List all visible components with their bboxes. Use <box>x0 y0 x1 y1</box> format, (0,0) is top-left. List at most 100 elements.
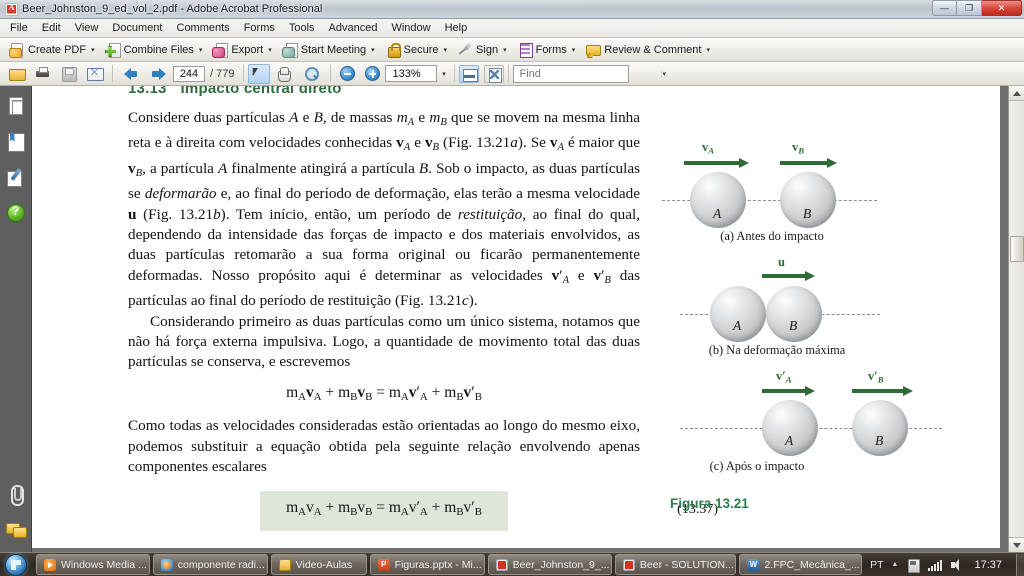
menu-window[interactable]: Window <box>384 20 437 37</box>
zoom-level-value[interactable]: 133% <box>385 65 438 82</box>
secure-button[interactable]: Secure ▾ <box>380 40 452 60</box>
toolbar-divider <box>508 65 510 82</box>
forms-label: Forms <box>535 43 567 56</box>
minimize-button[interactable]: — <box>932 0 957 16</box>
start-meeting-icon <box>281 42 298 58</box>
signatures-panel-icon[interactable] <box>6 168 26 188</box>
menu-tools[interactable]: Tools <box>282 20 322 37</box>
document-viewport[interactable]: 13.13 Impacto central direto Considere du… <box>32 86 1024 552</box>
hand-tool-button[interactable] <box>270 64 298 84</box>
page-separator: / <box>210 67 214 80</box>
select-tool-button[interactable] <box>248 63 271 84</box>
taskbar-item-fpc-mecanica[interactable]: W 2.FPC_Mecânica_... <box>739 554 863 575</box>
scroll-up-button[interactable] <box>1009 86 1024 101</box>
figure-label: Figura 13.21 <box>670 496 749 511</box>
sign-button[interactable]: Sign ▾ <box>452 40 512 60</box>
zoom-out-button[interactable] <box>335 64 360 84</box>
sign-label: Sign <box>476 43 499 56</box>
create-pdf-label: Create PDF <box>28 43 87 56</box>
export-label: Export <box>231 43 264 56</box>
figure-panel-a: A B vA vB (a) Antes do impacto <box>652 126 962 244</box>
close-button[interactable]: ✕ <box>982 0 1022 16</box>
section-title: Impacto central direto <box>180 86 342 97</box>
menu-bar: File Edit View Document Comments Forms T… <box>0 19 1024 38</box>
show-desktop-button[interactable] <box>1016 553 1024 576</box>
velocity-arrow-va <box>684 157 749 168</box>
taskbar-item-figuras-pptx[interactable]: P Figuras.pptx - Mi... <box>369 554 485 575</box>
vertical-scrollbar[interactable] <box>1008 86 1024 552</box>
find-input[interactable] <box>514 67 662 80</box>
menu-forms[interactable]: Forms <box>237 20 282 37</box>
menu-help[interactable]: Help <box>438 20 475 37</box>
fit-page-button[interactable] <box>484 64 505 83</box>
network-signal-icon[interactable] <box>928 559 943 571</box>
figure-panel-b: A B u (b) Na deformação máxima <box>652 254 962 362</box>
menu-view[interactable]: View <box>68 20 106 37</box>
scrollbar-thumb[interactable] <box>1010 236 1024 262</box>
taskbar-item-video-aulas[interactable]: Video-Aulas <box>270 554 367 575</box>
taskbar-item-beer-solution[interactable]: Beer - SOLUTION... <box>614 554 737 575</box>
chevron-down-icon[interactable]: ▾ <box>437 65 450 82</box>
save-button[interactable] <box>56 64 82 84</box>
export-icon <box>212 42 229 58</box>
printer-icon <box>35 66 51 81</box>
maximize-button[interactable]: ❐ <box>957 0 982 16</box>
start-meeting-button[interactable]: Start Meeting ▾ <box>277 40 380 60</box>
pdf-page: 13.13 Impacto central direto Considere du… <box>32 86 1000 548</box>
sphere-a-label: A <box>733 318 742 333</box>
arrow-left-icon <box>122 66 140 82</box>
attachments-panel-icon[interactable] <box>6 484 26 506</box>
export-button[interactable]: Export ▾ <box>207 40 276 60</box>
volume-icon[interactable] <box>950 558 964 572</box>
clock[interactable]: 17:37 <box>972 559 1002 571</box>
print-button[interactable] <box>30 64 56 84</box>
next-page-button[interactable] <box>145 64 173 84</box>
language-indicator[interactable]: PT <box>870 559 883 571</box>
menu-file[interactable]: File <box>3 20 35 37</box>
fit-width-button[interactable] <box>459 64 480 83</box>
equation-scalar: mAvA + mBvB = mAv′A + mBv′B <box>260 491 508 531</box>
scroll-down-button[interactable] <box>1009 537 1024 552</box>
page-number-input[interactable]: 244 <box>173 65 205 82</box>
previous-page-button[interactable] <box>117 64 145 84</box>
combine-files-icon <box>105 42 121 58</box>
taskbar-item-beer-johnston[interactable]: Beer_Johnston_9_... <box>487 554 612 575</box>
chevron-down-icon[interactable]: ▾ <box>661 69 666 78</box>
chevron-down-icon: ▾ <box>91 46 95 54</box>
review-comment-icon <box>585 42 602 57</box>
menu-comments[interactable]: Comments <box>170 20 237 37</box>
folder-open-icon <box>9 66 26 81</box>
window-controls: — ❐ ✕ <box>932 0 1022 16</box>
open-file-button[interactable] <box>4 64 30 84</box>
screen: Beer_Johnston_9_ed_vol_2.pdf - Adobe Acr… <box>0 0 1024 576</box>
taskbar-item-label: Beer - SOLUTION... <box>639 558 734 571</box>
find-field[interactable]: ▾ <box>513 64 666 83</box>
review-comment-label: Review & Comment <box>604 43 702 56</box>
menu-document[interactable]: Document <box>105 20 169 37</box>
sphere-a-label: A <box>785 433 794 448</box>
action-center-icon[interactable] <box>906 558 921 573</box>
bookmarks-panel-icon[interactable] <box>6 132 26 152</box>
taskbar-item-componente-radi[interactable]: componente radi... <box>152 554 268 575</box>
menu-advanced[interactable]: Advanced <box>322 20 385 37</box>
taskbar-item-label: Beer_Johnston_9_... <box>512 558 610 571</box>
comments-panel-icon[interactable] <box>5 520 27 540</box>
combine-files-button[interactable]: Combine Files ▾ <box>100 40 208 60</box>
start-button[interactable] <box>2 553 32 576</box>
powerpoint-icon: P <box>377 558 390 571</box>
how-to-panel-icon[interactable] <box>6 204 25 222</box>
sphere-a-label: A <box>713 206 722 221</box>
create-pdf-button[interactable]: Create PDF ▾ <box>4 40 100 60</box>
taskbar-item-windows-media[interactable]: Windows Media ... <box>36 554 150 575</box>
chevron-down-icon: ▾ <box>371 46 375 54</box>
email-button[interactable] <box>82 64 108 84</box>
pages-panel-icon[interactable] <box>6 96 26 116</box>
forms-button[interactable]: Forms ▾ <box>512 40 581 60</box>
review-comment-button[interactable]: Review & Comment ▾ <box>580 40 715 60</box>
zoom-in-button[interactable] <box>360 64 385 84</box>
folder-icon <box>278 558 291 571</box>
menu-edit[interactable]: Edit <box>35 20 68 37</box>
tray-expand-icon[interactable]: ▲ <box>892 561 899 568</box>
zoom-level-combobox[interactable]: 133% ▾ <box>385 65 450 82</box>
marquee-zoom-button[interactable] <box>298 64 326 84</box>
